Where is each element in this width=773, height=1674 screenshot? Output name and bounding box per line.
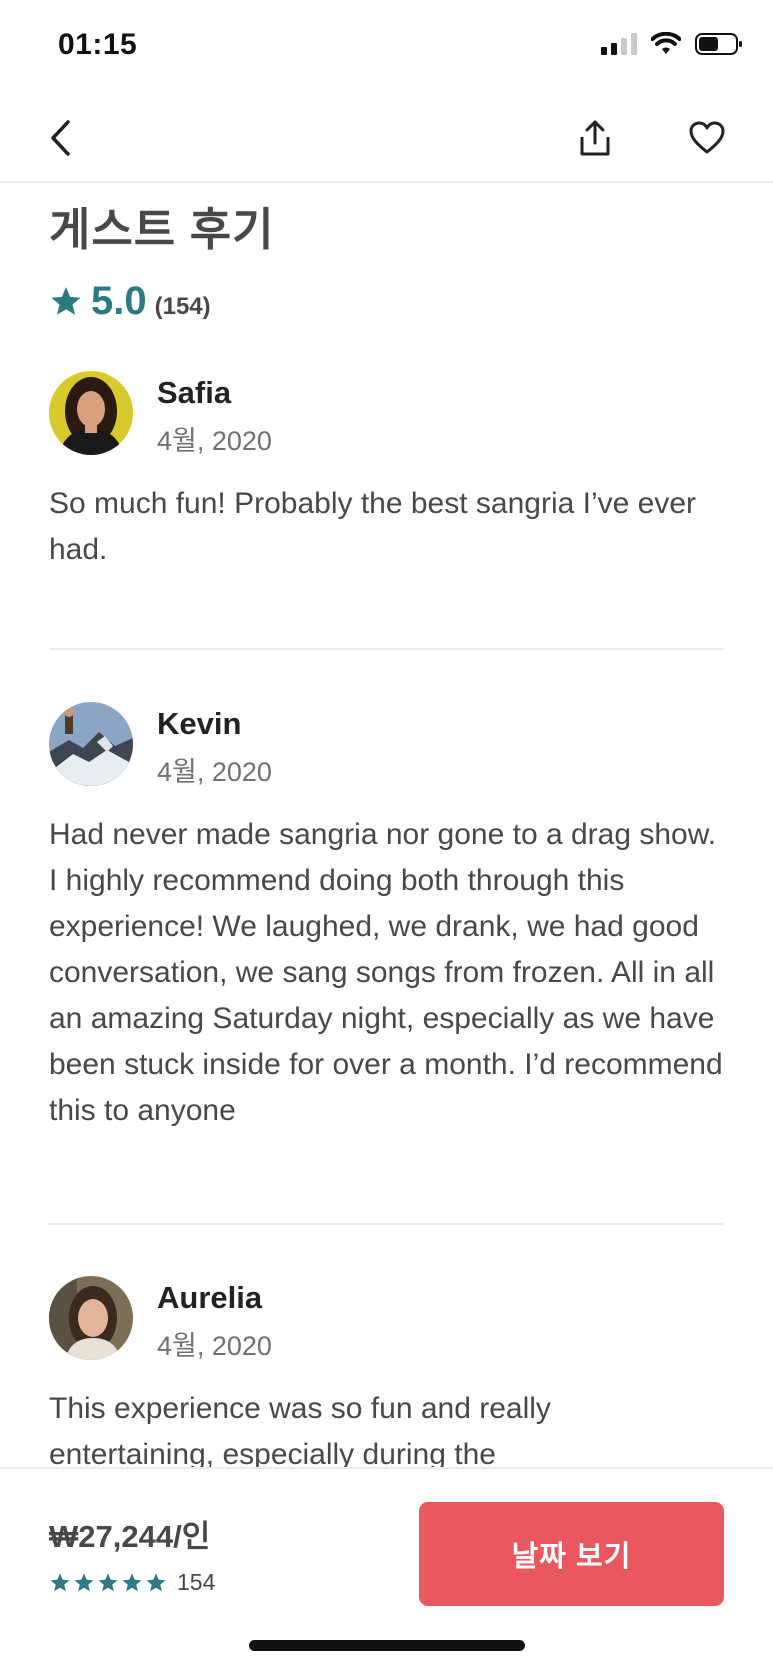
- share-button[interactable]: [570, 113, 620, 163]
- reviews-content[interactable]: 게스트 후기 5.0 (154) Safia 4월, 2020 So much …: [0, 185, 773, 1467]
- nav-bar: [0, 95, 773, 183]
- star-icon: [50, 1572, 70, 1591]
- divider: [49, 1223, 724, 1225]
- reviewer-name: Kevin: [157, 706, 242, 741]
- star-icon: [74, 1572, 94, 1591]
- review-item: Kevin 4월, 2020 Had never made sangria no…: [49, 702, 724, 1134]
- reviewer-name: Aurelia: [157, 1280, 263, 1315]
- price-per-person: ₩27,244/인: [49, 1519, 211, 1554]
- home-indicator[interactable]: [249, 1640, 525, 1651]
- heart-icon: [689, 121, 725, 154]
- see-dates-button[interactable]: 날짜 보기: [419, 1502, 724, 1606]
- save-button[interactable]: [682, 113, 732, 163]
- review-date: 4월, 2020: [157, 426, 272, 456]
- status-icons: [601, 32, 743, 56]
- status-time: 01:15: [58, 28, 138, 61]
- review-date: 4월, 2020: [157, 757, 272, 787]
- star-icon: [146, 1572, 166, 1591]
- wifi-icon: [651, 32, 681, 54]
- reviewer-name: Safia: [157, 375, 232, 410]
- cellular-signal-icon: [601, 33, 637, 55]
- review-text: So much fun! Probably the best sangria I…: [49, 487, 697, 566]
- star-icon: [98, 1572, 118, 1591]
- share-icon: [580, 120, 610, 156]
- rating-summary: 154: [49, 1569, 215, 1596]
- back-button[interactable]: [36, 113, 86, 163]
- rating-count: 154: [177, 1569, 216, 1595]
- avatar[interactable]: [49, 1276, 133, 1360]
- battery-icon: [695, 33, 742, 55]
- avatar[interactable]: [49, 371, 133, 455]
- status-bar: 01:15: [0, 0, 773, 95]
- review-item: Aurelia 4월, 2020 This experience was so …: [49, 1276, 724, 1467]
- review-date: 4월, 2020: [157, 1331, 272, 1361]
- overall-rating: 5.0 (154): [49, 279, 211, 324]
- star-icon: [122, 1572, 142, 1591]
- review-text: This experience was so fun and really en…: [49, 1392, 551, 1467]
- back-chevron-icon: [51, 120, 70, 156]
- star-icon: [51, 286, 81, 315]
- page-title: 게스트 후기: [49, 204, 275, 255]
- review-item: Safia 4월, 2020 So much fun! Probably the…: [49, 371, 724, 573]
- avatar[interactable]: [49, 702, 133, 786]
- divider: [49, 648, 724, 650]
- review-text: Had never made sangria nor gone to a dra…: [49, 818, 723, 1127]
- rating-value: 5.0: [91, 279, 147, 323]
- rating-count: (154): [154, 293, 211, 320]
